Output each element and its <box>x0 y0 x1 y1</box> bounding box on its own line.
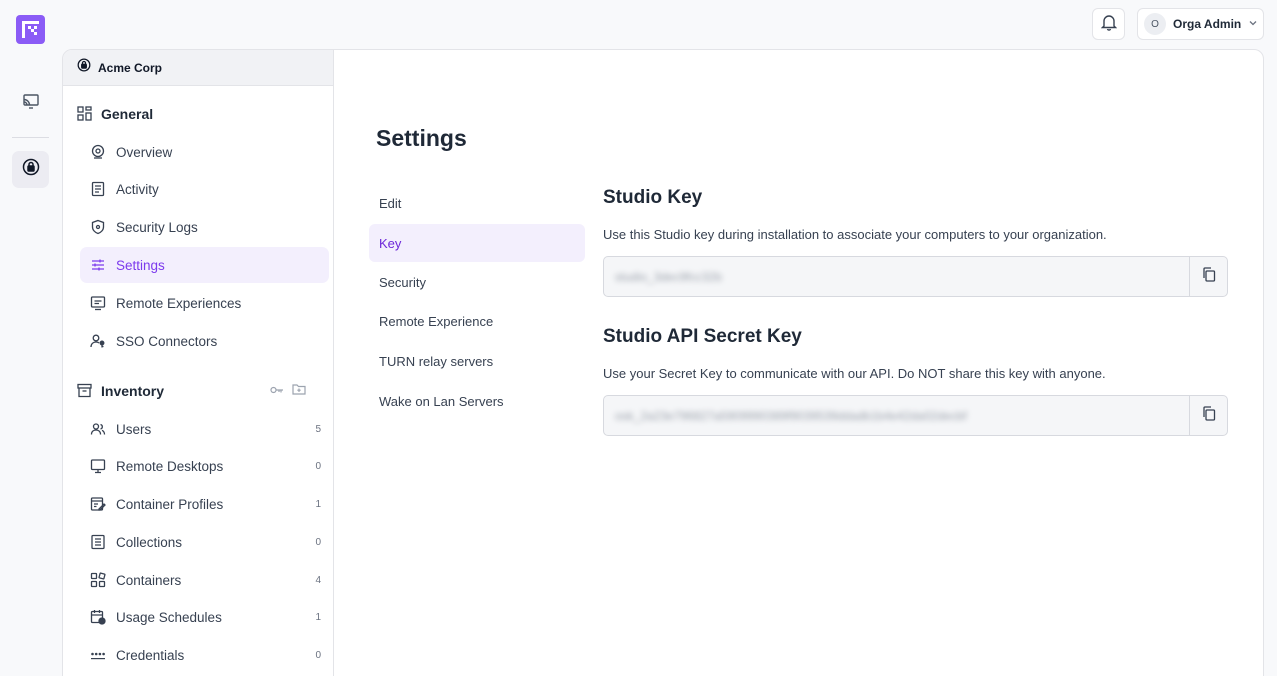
rail-divider <box>12 137 49 138</box>
dashboard-icon <box>90 144 106 160</box>
page-title: Settings <box>376 125 467 151</box>
content-panel: Acme Corp General Overview Activity Secu… <box>62 49 1264 676</box>
copy-icon <box>1202 266 1216 287</box>
profile-edit-icon <box>90 496 106 512</box>
cast-screen-icon <box>22 92 40 115</box>
copy-api-key-button[interactable] <box>1189 396 1227 435</box>
section-inventory-label: Inventory <box>101 383 165 399</box>
sidebar-item-remote-desktops[interactable]: Remote Desktops 0 <box>80 448 329 484</box>
document-list-icon <box>90 181 106 197</box>
sidebar-item-containers[interactable]: Containers 4 <box>80 562 329 598</box>
sliders-icon <box>90 257 106 273</box>
key-icon[interactable] <box>270 382 284 400</box>
org-name: Acme Corp <box>98 60 163 75</box>
sidebar-item-label: Containers <box>116 572 182 588</box>
item-count: 0 <box>315 536 321 548</box>
lock-badge-icon <box>22 158 40 181</box>
sidebar-item-activity[interactable]: Activity <box>80 171 329 207</box>
org-header[interactable]: Acme Corp <box>63 50 333 86</box>
item-count: 1 <box>315 498 321 510</box>
section-general-label: General <box>101 106 154 122</box>
sidebar-item-settings[interactable]: Settings <box>80 247 329 283</box>
api-key-field[interactable]: osk_2a23e796827a5909990389f9039539ddadb1… <box>603 395 1228 436</box>
monitor-icon <box>90 458 106 474</box>
user-key-icon <box>90 333 106 349</box>
grid-icon <box>77 106 93 122</box>
tab-turn-relay-servers[interactable]: TURN relay servers <box>369 342 585 380</box>
sidebar-item-label: Settings <box>116 257 165 273</box>
tab-edit[interactable]: Edit <box>369 184 585 222</box>
message-screen-icon <box>90 295 106 311</box>
blocks-icon <box>90 572 106 588</box>
avatar: O <box>1144 13 1166 35</box>
tab-remote-experience[interactable]: Remote Experience <box>369 302 585 340</box>
sidebar-item-remote-experiences[interactable]: Remote Experiences <box>80 285 329 321</box>
section-inventory: Inventory <box>77 381 320 401</box>
tab-wake-on-lan-servers[interactable]: Wake on Lan Servers <box>369 382 585 420</box>
rail-organization-button[interactable] <box>12 151 49 188</box>
section-tools <box>270 382 306 400</box>
api-key-value: osk_2a23e796827a5909990389f9039539ddadb1… <box>615 408 967 423</box>
sidebar-item-label: Remote Experiences <box>116 295 242 311</box>
item-count: 5 <box>315 423 321 435</box>
sidebar-item-label: Credentials <box>116 647 185 663</box>
lock-badge-icon <box>77 58 91 77</box>
studio-key-description: Use this Studio key during installation … <box>603 227 1107 242</box>
sidebar-item-label: Remote Desktops <box>116 458 224 474</box>
sidebar-item-sso-connectors[interactable]: SSO Connectors <box>80 323 329 359</box>
chevron-down-icon <box>1248 15 1258 33</box>
user-name: Orga Admin <box>1173 17 1242 31</box>
copy-icon <box>1202 405 1216 426</box>
checklist-icon <box>90 534 106 550</box>
item-count: 0 <box>315 649 321 661</box>
sidebar-item-label: Usage Schedules <box>116 609 222 625</box>
studio-key-value: studio_3dec9fcc32b <box>615 269 722 284</box>
bell-icon <box>1100 13 1117 36</box>
sidebar-item-users[interactable]: Users 5 <box>80 411 329 447</box>
user-menu-button[interactable]: O Orga Admin <box>1137 8 1264 40</box>
sidebar-item-label: Users <box>116 421 152 437</box>
archive-box-icon <box>77 383 93 399</box>
rail-remote-desktops-button[interactable] <box>12 85 49 122</box>
calendar-clock-icon <box>90 609 106 625</box>
folder-add-icon[interactable] <box>292 382 306 400</box>
api-key-description: Use your Secret Key to communicate with … <box>603 366 1106 381</box>
app-rail <box>0 0 62 676</box>
settings-main: Settings Edit Key Security Remote Experi… <box>335 50 1263 676</box>
sidebar-item-usage-schedules[interactable]: Usage Schedules 1 <box>80 599 329 635</box>
sidebar-item-label: Security Logs <box>116 219 198 235</box>
section-general: General <box>77 104 320 124</box>
sidebar-item-label: Container Profiles <box>116 496 224 512</box>
sidebar-item-collections[interactable]: Collections 0 <box>80 524 329 560</box>
password-dots-icon <box>90 647 106 663</box>
studio-key-title: Studio Key <box>603 187 703 208</box>
copy-studio-key-button[interactable] <box>1189 257 1227 296</box>
item-count: 0 <box>315 460 321 472</box>
item-count: 4 <box>315 574 321 586</box>
studio-key-field[interactable]: studio_3dec9fcc32b <box>603 256 1228 297</box>
sidebar-item-label: Overview <box>116 144 173 160</box>
notifications-button[interactable] <box>1092 8 1125 40</box>
api-key-title: Studio API Secret Key <box>603 326 802 347</box>
sidebar-item-label: Collections <box>116 534 183 550</box>
shield-icon <box>90 219 106 235</box>
sidebar-item-overview[interactable]: Overview <box>80 134 329 170</box>
tab-key[interactable]: Key <box>369 224 585 262</box>
item-count: 1 <box>315 611 321 623</box>
sidebar: Acme Corp General Overview Activity Secu… <box>63 50 334 676</box>
sidebar-item-label: SSO Connectors <box>116 333 218 349</box>
sidebar-item-label: Activity <box>116 181 159 197</box>
sidebar-item-security-logs[interactable]: Security Logs <box>80 209 329 245</box>
users-icon <box>90 421 106 437</box>
sidebar-item-credentials[interactable]: Credentials 0 <box>80 637 329 673</box>
sidebar-item-container-profiles[interactable]: Container Profiles 1 <box>80 486 329 522</box>
app-logo[interactable] <box>16 15 45 44</box>
tab-security[interactable]: Security <box>369 263 585 301</box>
